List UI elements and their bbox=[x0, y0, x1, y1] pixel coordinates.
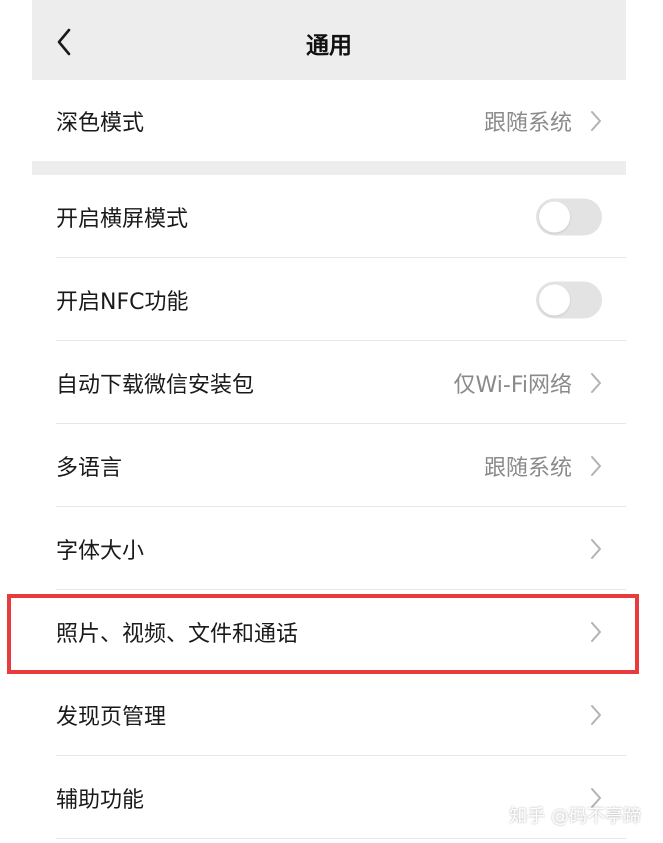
setting-label: 辅助功能 bbox=[56, 787, 145, 813]
setting-label: 发现页管理 bbox=[56, 704, 167, 730]
chevron-right-icon bbox=[590, 704, 602, 726]
setting-nfc: 开启NFC功能 bbox=[32, 258, 626, 341]
chevron-right-icon bbox=[590, 110, 602, 132]
settings-group-general: 开启横屏模式 开启NFC功能 自动下载微信安装包 仅Wi-Fi网络 多语言 跟随… bbox=[32, 175, 626, 843]
chevron-right-icon bbox=[590, 538, 602, 560]
setting-discover-management[interactable]: 发现页管理 bbox=[32, 673, 626, 756]
setting-value: 仅Wi-Fi网络 bbox=[453, 372, 573, 398]
setting-value: 跟随系统 bbox=[483, 455, 572, 481]
settings-group-display: 深色模式 跟随系统 bbox=[32, 80, 626, 161]
setting-language[interactable]: 多语言 跟随系统 bbox=[32, 424, 626, 507]
setting-media-calls[interactable]: 照片、视频、文件和通话 bbox=[32, 590, 626, 673]
setting-dark-mode[interactable]: 深色模式 跟随系统 bbox=[32, 80, 626, 161]
setting-landscape-mode: 开启横屏模式 bbox=[32, 175, 626, 258]
setting-label: 开启横屏模式 bbox=[56, 206, 189, 232]
settings-screen: 通用 深色模式 跟随系统 开启横屏模式 开启NFC功能 自动下载微信安装包 仅W… bbox=[32, 0, 626, 843]
page-title: 通用 bbox=[306, 33, 352, 59]
nfc-toggle[interactable] bbox=[536, 281, 602, 318]
chevron-right-icon bbox=[590, 455, 602, 477]
setting-label: 照片、视频、文件和通话 bbox=[56, 621, 299, 647]
setting-label: 自动下载微信安装包 bbox=[56, 372, 255, 398]
setting-auto-download[interactable]: 自动下载微信安装包 仅Wi-Fi网络 bbox=[32, 341, 626, 424]
setting-label: 开启NFC功能 bbox=[56, 289, 189, 315]
setting-label: 多语言 bbox=[56, 455, 123, 481]
toggle-knob bbox=[539, 284, 570, 315]
nav-header: 通用 bbox=[32, 0, 626, 80]
landscape-toggle[interactable] bbox=[536, 198, 602, 235]
chevron-right-icon bbox=[590, 372, 602, 394]
setting-value: 跟随系统 bbox=[483, 110, 572, 136]
watermark: 知乎 @码不亭蹄 bbox=[509, 806, 641, 827]
setting-label: 字体大小 bbox=[56, 538, 145, 564]
toggle-knob bbox=[539, 201, 570, 232]
setting-label: 深色模式 bbox=[56, 110, 145, 136]
setting-font-size[interactable]: 字体大小 bbox=[32, 507, 626, 590]
chevron-right-icon bbox=[590, 621, 602, 643]
